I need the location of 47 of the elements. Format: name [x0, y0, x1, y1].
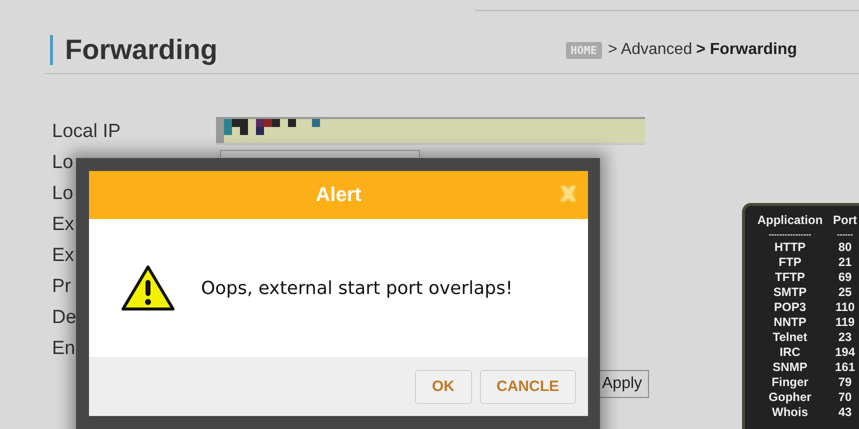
- table-cell-text: Finger: [770, 375, 810, 390]
- input-field[interactable]: [220, 150, 420, 157]
- table-cell-text: 110: [834, 300, 856, 315]
- table-cell-text: 43: [837, 405, 853, 420]
- field-label: Lo: [52, 152, 74, 174]
- field-label: Lo: [52, 182, 74, 204]
- warning-icon: [121, 265, 175, 311]
- table-cell-text: IRC: [778, 345, 802, 360]
- table-cell-text: 119: [834, 315, 856, 330]
- page-title: Forwarding: [65, 34, 218, 66]
- table-cell-text: FTP: [778, 255, 802, 270]
- field-label: Ex: [52, 244, 76, 266]
- table-cell-text: Gopher: [768, 390, 812, 405]
- table-cell-text: 161: [834, 360, 856, 375]
- alert-message: Oops, external start port overlaps!: [201, 278, 513, 298]
- column-header: Application: [756, 212, 824, 228]
- breadcrumb-current: > Forwarding: [696, 41, 797, 59]
- dialog-button[interactable]: CANCLE: [480, 370, 576, 404]
- table-cell-text: 25: [837, 285, 853, 300]
- table-cell-text: 23: [837, 330, 853, 345]
- input-field[interactable]: [216, 116, 645, 142]
- table-cell-text: 194: [834, 345, 856, 360]
- dialog-button[interactable]: OK: [415, 370, 472, 404]
- field-label: Local IP: [52, 120, 122, 142]
- column-header: Port: [832, 212, 858, 228]
- field-label: Ex: [52, 214, 76, 236]
- field-label: En: [52, 338, 76, 360]
- table-cell-text: 79: [837, 375, 853, 390]
- home-badge[interactable]: HOME: [566, 42, 602, 58]
- breadcrumb-link[interactable]: > Advanced: [608, 41, 692, 59]
- table-cell-text: HTTP: [773, 240, 807, 255]
- table-cell-text: POP3: [772, 300, 807, 315]
- table-cell-text: TFTP: [774, 270, 806, 285]
- table-cell-text: 80: [837, 240, 853, 255]
- table-cell-text: NNTP: [772, 315, 808, 330]
- title-accent-bar: [50, 35, 53, 65]
- dialog-title: Alert: [316, 184, 362, 206]
- table-cell-text: Telnet: [772, 330, 808, 345]
- separator-dashes: ------: [836, 230, 854, 240]
- table-cell-text: 70: [837, 390, 853, 405]
- separator-dashes: ----------------: [768, 230, 812, 240]
- field-label: De: [52, 306, 78, 328]
- table-cell-text: SNMP: [772, 360, 808, 375]
- table-cell-text: 21: [837, 255, 853, 270]
- table-cell-text: Whois: [771, 405, 809, 420]
- table-cell-text: SMTP: [772, 285, 808, 300]
- table-cell-text: 69: [837, 270, 853, 285]
